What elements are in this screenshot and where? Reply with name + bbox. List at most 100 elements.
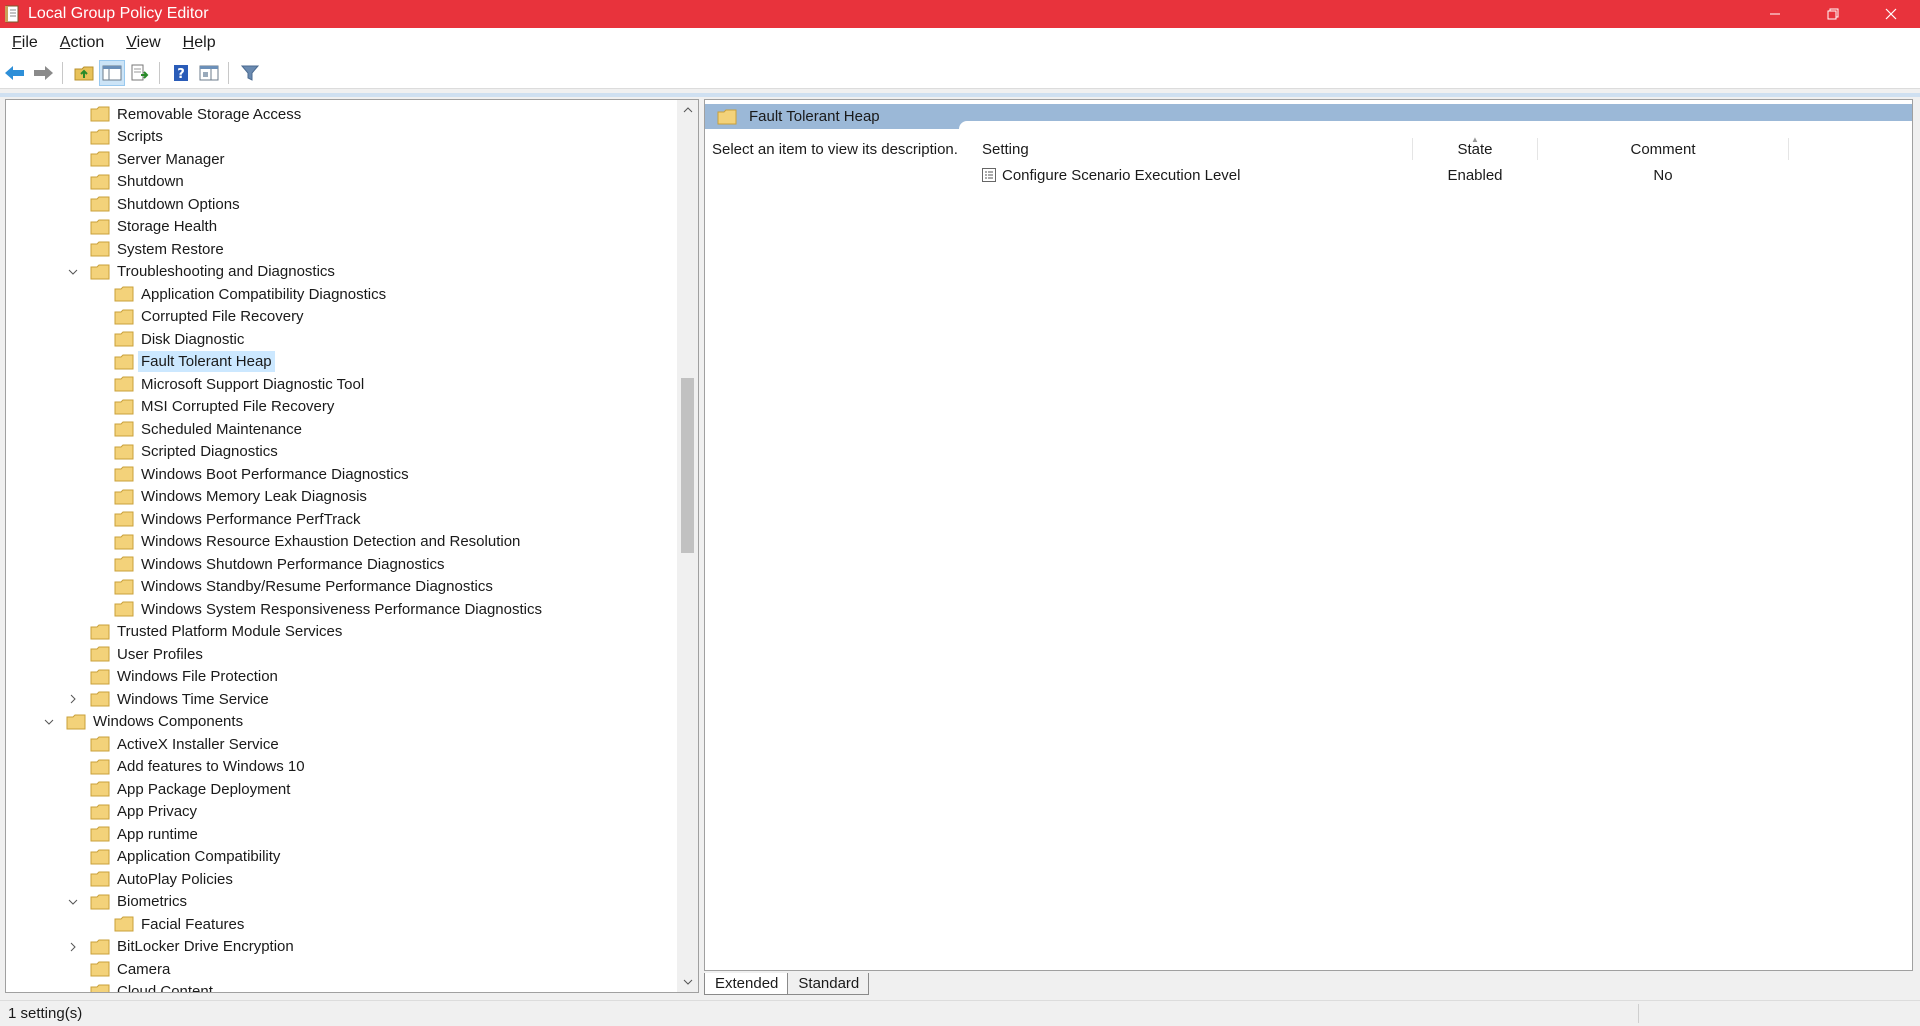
view-tabs: Extended Standard bbox=[704, 973, 870, 995]
tab-extended[interactable]: Extended bbox=[704, 973, 789, 995]
tree-item[interactable]: Shutdown bbox=[6, 171, 676, 194]
status-text: 1 setting(s) bbox=[8, 1005, 83, 1022]
tree-item[interactable]: Camera bbox=[6, 958, 676, 981]
tree-item[interactable]: App Package Deployment bbox=[6, 778, 676, 801]
chevron-down-icon bbox=[683, 979, 692, 985]
close-icon bbox=[1885, 8, 1897, 20]
tree-item[interactable]: ActiveX Installer Service bbox=[6, 733, 676, 756]
scroll-up-button[interactable] bbox=[677, 100, 698, 120]
menu-action[interactable]: Action bbox=[48, 34, 114, 52]
tree-item[interactable]: BitLocker Drive Encryption bbox=[6, 936, 676, 959]
tree-item[interactable]: Windows System Responsiveness Performanc… bbox=[6, 598, 676, 621]
minimize-icon bbox=[1770, 13, 1780, 15]
tab-standard[interactable]: Standard bbox=[788, 973, 870, 995]
minimize-button[interactable] bbox=[1746, 0, 1804, 28]
menu-help[interactable]: Help bbox=[171, 34, 226, 52]
tree-item[interactable]: Application Compatibility bbox=[6, 846, 676, 869]
expand-chevron-right-icon[interactable] bbox=[66, 940, 80, 954]
up-one-level-button[interactable] bbox=[71, 60, 97, 86]
tree-rows: Removable Storage Access Scripts Server Ma… bbox=[6, 103, 676, 992]
tree-item[interactable]: Windows File Protection bbox=[6, 666, 676, 689]
tree-item[interactable]: Trusted Platform Module Services bbox=[6, 621, 676, 644]
scroll-down-button[interactable] bbox=[677, 972, 698, 992]
tree-item[interactable]: Storage Health bbox=[6, 216, 676, 239]
show-hide-console-tree-button[interactable] bbox=[99, 60, 125, 86]
tree-item[interactable]: App Privacy bbox=[6, 801, 676, 824]
folder-icon bbox=[114, 489, 134, 505]
filter-button[interactable] bbox=[237, 60, 263, 86]
console-tree[interactable]: Removable Storage Access Scripts Server Ma… bbox=[5, 99, 699, 993]
restore-button[interactable] bbox=[1804, 0, 1862, 28]
folder-icon bbox=[90, 759, 110, 775]
toolbar-separator bbox=[159, 62, 160, 84]
tree-item[interactable]: MSI Corrupted File Recovery bbox=[6, 396, 676, 419]
column-header-setting[interactable]: Setting bbox=[982, 136, 1412, 162]
tree-item[interactable]: Cloud Content bbox=[6, 981, 676, 992]
forward-button[interactable] bbox=[30, 60, 56, 86]
tree-item[interactable]: Windows Memory Leak Diagnosis bbox=[6, 486, 676, 509]
tree-item[interactable]: User Profiles bbox=[6, 643, 676, 666]
tree-item[interactable]: System Restore bbox=[6, 238, 676, 261]
close-button[interactable] bbox=[1862, 0, 1920, 28]
tree-item-label: Shutdown Options bbox=[117, 195, 240, 213]
tree-item-label: Trusted Platform Module Services bbox=[117, 623, 343, 641]
help-icon: ? bbox=[174, 65, 188, 82]
filter-icon bbox=[240, 65, 260, 81]
tree-item[interactable]: Removable Storage Access bbox=[6, 103, 676, 126]
tree-item-label: Scripted Diagnostics bbox=[141, 443, 278, 461]
help-button[interactable]: ? bbox=[168, 60, 194, 86]
tree-item[interactable]: AutoPlay Policies bbox=[6, 868, 676, 891]
tree-item[interactable]: Scheduled Maintenance bbox=[6, 418, 676, 441]
tree-item[interactable]: App runtime bbox=[6, 823, 676, 846]
tree-item[interactable]: Windows Time Service bbox=[6, 688, 676, 711]
tree-item[interactable]: Windows Performance PerfTrack bbox=[6, 508, 676, 531]
tree-item[interactable]: Windows Standby/Resume Performance Diagn… bbox=[6, 576, 676, 599]
folder-icon bbox=[114, 286, 134, 302]
tree-item[interactable]: Windows Resource Exhaustion Detection an… bbox=[6, 531, 676, 554]
tree-item[interactable]: Application Compatibility Diagnostics bbox=[6, 283, 676, 306]
tree-item-label: Windows Boot Performance Diagnostics bbox=[141, 465, 409, 483]
tree-item[interactable]: Facial Features bbox=[6, 913, 676, 936]
restore-icon bbox=[1827, 8, 1839, 20]
show-action-pane-button[interactable] bbox=[196, 60, 222, 86]
tree-item[interactable]: Biometrics bbox=[6, 891, 676, 914]
tree-item[interactable]: Server Manager bbox=[6, 148, 676, 171]
tree-item[interactable]: Shutdown Options bbox=[6, 193, 676, 216]
folder-icon bbox=[114, 601, 134, 617]
scroll-thumb[interactable] bbox=[681, 378, 694, 553]
tree-item-label: Windows Standby/Resume Performance Diagn… bbox=[141, 578, 493, 596]
folder-icon bbox=[114, 556, 134, 572]
column-headers: Setting ▲ State Comment bbox=[975, 135, 1910, 162]
column-header-comment[interactable]: Comment bbox=[1538, 136, 1788, 162]
tree-item[interactable]: Disk Diagnostic bbox=[6, 328, 676, 351]
folder-icon bbox=[66, 714, 86, 730]
expand-chevron-down-icon[interactable] bbox=[42, 715, 56, 729]
back-button[interactable] bbox=[2, 60, 28, 86]
folder-icon bbox=[90, 219, 110, 235]
table-row[interactable]: Configure Scenario Execution Level Enabl… bbox=[975, 164, 1910, 186]
tree-item[interactable]: Windows Boot Performance Diagnostics bbox=[6, 463, 676, 486]
tree-item[interactable]: Scripts bbox=[6, 126, 676, 149]
tree-item[interactable]: Troubleshooting and Diagnostics bbox=[6, 261, 676, 284]
folder-icon bbox=[90, 961, 110, 977]
title-bar: Local Group Policy Editor bbox=[0, 0, 1920, 28]
tree-item[interactable]: Microsoft Support Diagnostic Tool bbox=[6, 373, 676, 396]
tree-item[interactable]: Add features to Windows 10 bbox=[6, 756, 676, 779]
column-divider[interactable] bbox=[1788, 138, 1789, 160]
tree-item-label: Corrupted File Recovery bbox=[141, 308, 304, 326]
column-header-state[interactable]: ▲ State bbox=[1413, 135, 1537, 162]
tree-item[interactable]: Windows Components bbox=[6, 711, 676, 734]
tree-item-label: Storage Health bbox=[117, 218, 218, 236]
menu-view[interactable]: View bbox=[114, 34, 170, 52]
menu-file[interactable]: File bbox=[0, 34, 48, 52]
tree-vertical-scrollbar[interactable] bbox=[677, 100, 698, 992]
expand-chevron-right-icon[interactable] bbox=[66, 692, 80, 706]
expand-chevron-down-icon[interactable] bbox=[66, 265, 80, 279]
export-list-button[interactable] bbox=[127, 60, 153, 86]
tree-item[interactable]: Windows Shutdown Performance Diagnostics bbox=[6, 553, 676, 576]
expand-chevron-down-icon[interactable] bbox=[66, 895, 80, 909]
tree-item[interactable]: Scripted Diagnostics bbox=[6, 441, 676, 464]
tree-item[interactable]: Corrupted File Recovery bbox=[6, 306, 676, 329]
tree-item[interactable]: Fault Tolerant Heap bbox=[6, 351, 676, 374]
folder-icon bbox=[114, 331, 134, 347]
